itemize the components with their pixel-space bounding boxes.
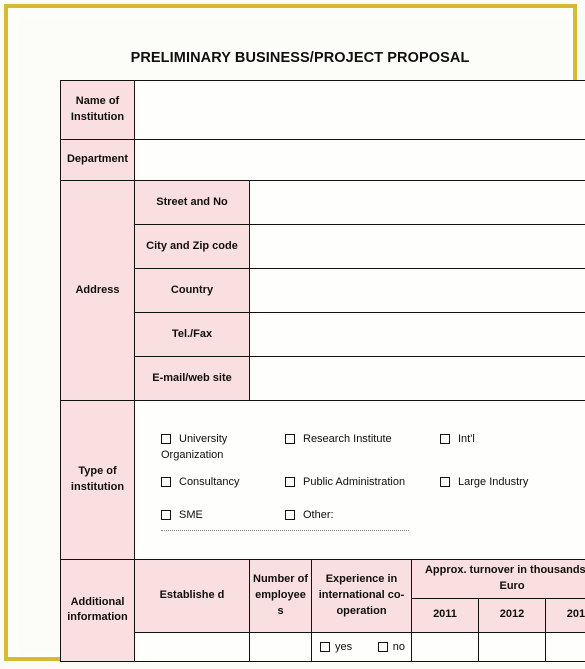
checkbox-option-research-institute[interactable]: Research Institute xyxy=(285,431,440,448)
checkbox-label: Public Administration xyxy=(303,475,406,488)
checkbox-label: SME xyxy=(179,508,203,521)
label-address-telfax: Tel./Fax xyxy=(134,312,250,357)
table-row-additional-information-headers: Additional information Establishe d Numb… xyxy=(60,559,585,662)
table-row-additional-information-values: yes no xyxy=(61,631,585,662)
table-row-name-of-institution: Name of Institution xyxy=(60,80,585,140)
checkbox-option-intl-organization[interactable]: Int'l xyxy=(440,431,560,448)
table-row-address-telfax: Tel./Fax xyxy=(61,312,585,357)
label-address-city: City and Zip code xyxy=(134,224,250,269)
checkbox-icon[interactable] xyxy=(440,476,450,487)
checkbox-label: Int'l xyxy=(458,433,475,446)
checkbox-option-sme[interactable]: SME xyxy=(135,507,285,524)
checkbox-label-no: no xyxy=(392,640,405,653)
checkbox-icon[interactable] xyxy=(440,434,450,445)
column-header-year-2012: 2012 xyxy=(478,597,546,633)
type-of-institution-options: University Research Institute Int'l Orga… xyxy=(133,400,585,560)
label-address: Address xyxy=(60,180,135,401)
type-options-row-3: SME Other: xyxy=(135,507,585,524)
field-name-of-institution[interactable] xyxy=(133,80,585,140)
field-established[interactable] xyxy=(134,631,250,662)
label-department: Department xyxy=(60,139,135,181)
checkbox-label: Large Industry xyxy=(458,475,529,488)
column-header-year-2011: 2011 xyxy=(411,597,479,633)
checkbox-icon[interactable] xyxy=(285,434,295,445)
page-frame: PRELIMINARY BUSINESS/PROJECT PROPOSAL Na… xyxy=(4,4,585,662)
field-turnover-2012[interactable] xyxy=(478,631,546,662)
document-page: PRELIMINARY BUSINESS/PROJECT PROPOSAL Na… xyxy=(18,18,585,662)
column-header-established: Establishe d xyxy=(134,559,250,633)
checkbox-label: Other: xyxy=(303,508,334,521)
table-row-department: Department xyxy=(60,139,585,181)
checkbox-icon[interactable] xyxy=(320,642,330,653)
label-address-country: Country xyxy=(134,268,250,313)
field-number-of-employees[interactable] xyxy=(249,631,312,662)
field-other-specify[interactable] xyxy=(161,529,409,531)
field-department[interactable] xyxy=(133,139,585,181)
checkbox-label-yes: yes xyxy=(335,640,353,653)
checkbox-icon[interactable] xyxy=(377,642,388,653)
checkbox-option-public-administration[interactable]: Public Administration xyxy=(285,474,440,491)
label-type-of-institution: Type of institution xyxy=(60,400,135,560)
field-address-city[interactable] xyxy=(248,224,585,269)
field-address-street[interactable] xyxy=(248,180,585,225)
label-address-street: Street and No xyxy=(134,180,250,225)
checkbox-icon[interactable] xyxy=(161,476,171,487)
label-additional-information: Additional information xyxy=(60,559,135,662)
type-options-row-1: University Research Institute Int'l xyxy=(135,431,585,448)
checkbox-icon[interactable] xyxy=(285,476,295,487)
column-header-year-2013: 2013 xyxy=(544,597,585,633)
checkbox-label-continuation-organization: Organization xyxy=(161,449,224,462)
column-header-turnover: Approx. turnover in thousands of Euro xyxy=(410,559,585,599)
field-address-telfax[interactable] xyxy=(248,312,585,357)
checkbox-label: Consultancy xyxy=(179,475,240,488)
checkbox-icon[interactable] xyxy=(161,509,171,520)
checkbox-icon[interactable] xyxy=(285,509,295,520)
field-address-country[interactable] xyxy=(248,268,585,313)
checkbox-icon[interactable] xyxy=(161,434,171,445)
label-address-email: E-mail/web site xyxy=(134,356,250,401)
experience-options: yes no xyxy=(312,639,411,655)
table-row-address-country: Country xyxy=(61,268,585,313)
label-name-of-institution: Name of Institution xyxy=(60,80,135,140)
field-turnover-2013[interactable] xyxy=(544,631,585,662)
field-turnover-2011[interactable] xyxy=(411,631,479,662)
column-header-experience: Experience in international co-operation xyxy=(311,559,412,633)
type-options-row-2: Consultancy Public Administration Large … xyxy=(135,474,585,491)
field-experience-yes-no: yes no xyxy=(311,631,412,662)
page-title: PRELIMINARY BUSINESS/PROJECT PROPOSAL xyxy=(130,50,470,66)
field-address-email[interactable] xyxy=(248,356,585,401)
checkbox-option-other[interactable]: Other: xyxy=(285,507,440,524)
column-header-number-of-employees: Number of employee s xyxy=(249,559,312,633)
checkbox-option-consultancy[interactable]: Consultancy xyxy=(135,474,285,491)
checkbox-option-university[interactable]: University xyxy=(135,431,285,448)
checkbox-label: Research Institute xyxy=(303,433,392,446)
checkbox-label: University xyxy=(179,433,228,446)
table-row-address-email: E-mail/web site xyxy=(61,356,585,401)
proposal-form-table: Name of Institution Department Address S… xyxy=(60,80,585,662)
table-row-address-city: City and Zip code xyxy=(61,224,585,269)
checkbox-option-large-industry[interactable]: Large Industry xyxy=(440,474,560,491)
table-row-type-of-institution: Type of institution University Research … xyxy=(60,400,585,560)
table-row-address-street: Address Street and No xyxy=(60,180,585,401)
